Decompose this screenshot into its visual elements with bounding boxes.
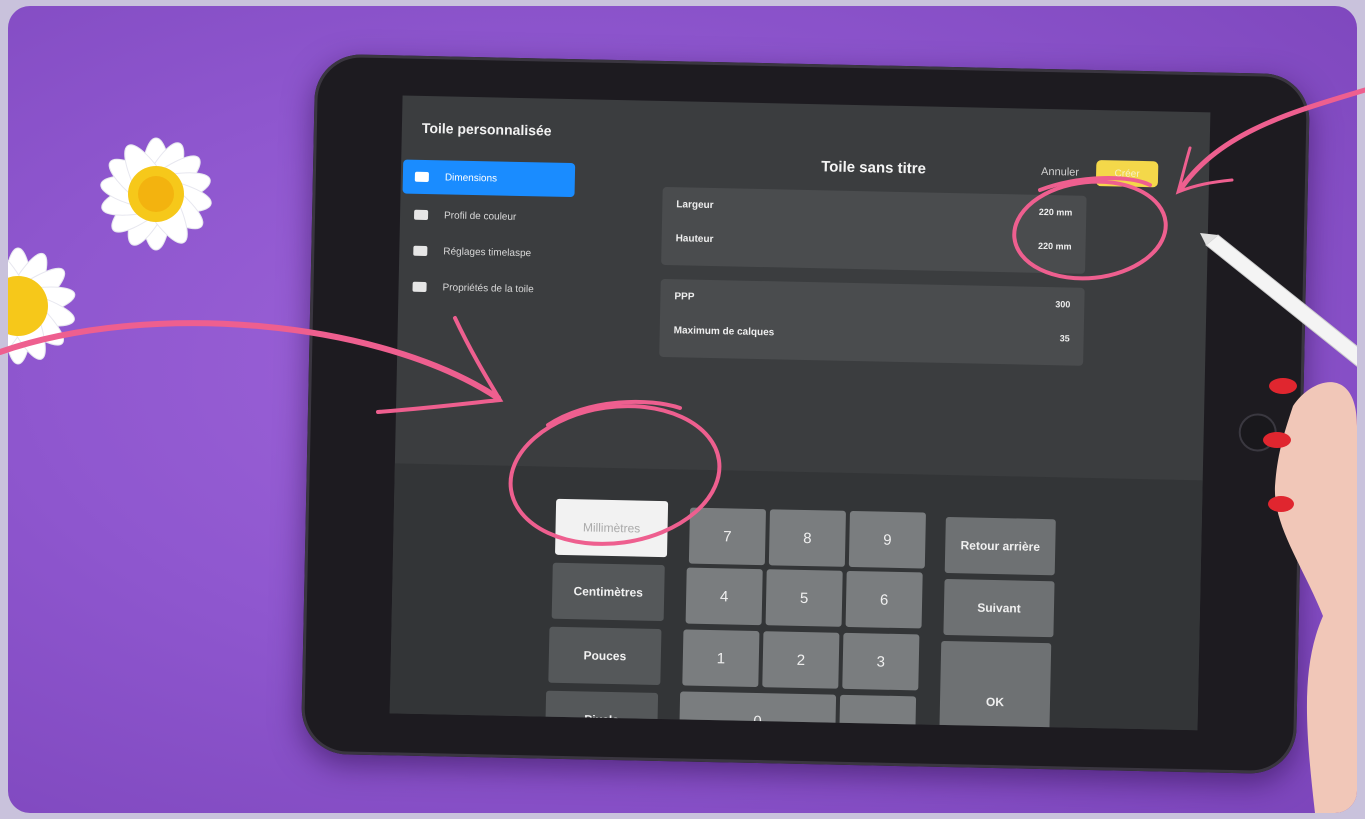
create-button[interactable]: Créer: [1095, 160, 1159, 188]
digit-2-key[interactable]: 2: [762, 631, 840, 689]
dpi-row[interactable]: PPP 300: [674, 283, 1071, 321]
digit-3-key[interactable]: 3: [842, 632, 920, 691]
sidebar-item-label: Propriétés de la toile: [442, 281, 534, 295]
unit-centimeters-button[interactable]: Centimètres: [551, 562, 665, 622]
backspace-button[interactable]: Retour arrière: [944, 516, 1056, 576]
digit-8-key[interactable]: 8: [768, 509, 846, 567]
sidebar-item-label: Réglages timelaspe: [443, 245, 532, 259]
digit-7-key[interactable]: 7: [688, 507, 766, 566]
sidebar-title: Toile personnalisée: [421, 119, 552, 139]
digit-6-key[interactable]: 6: [845, 570, 923, 629]
sidebar-item-label: Profil de couleur: [443, 209, 517, 223]
ok-button[interactable]: OK: [938, 640, 1052, 731]
keypad: Millimètres Centimètres Pouces Pixels 7 …: [389, 463, 1203, 731]
dimensions-panel: Largeur 220 mm Hauteur 220 mm: [661, 186, 1087, 274]
canvas-title: Toile sans titre: [821, 158, 927, 178]
max-layers-value: 35: [1059, 333, 1070, 344]
ipad-device: Toile personnalisée Dimensions Profil de…: [300, 53, 1311, 775]
hand: [1263, 378, 1357, 813]
height-value: 220 mm: [1037, 240, 1072, 252]
digit-0-key[interactable]: 0: [678, 691, 837, 731]
height-row[interactable]: Hauteur 220 mm: [675, 225, 1072, 263]
width-value: 220 mm: [1038, 206, 1073, 218]
dpi-label: PPP: [674, 291, 695, 303]
sidebar-item-label: Dimensions: [444, 171, 498, 184]
dpi-value: 300: [1055, 299, 1071, 310]
procreate-custom-canvas-screen: Toile personnalisée Dimensions Profil de…: [389, 95, 1211, 731]
unit-pixels-button[interactable]: Pixels: [544, 690, 659, 731]
sidebar-item-canvas-properties[interactable]: Propriétés de la toile: [400, 269, 573, 307]
digit-5-key[interactable]: 5: [765, 569, 843, 627]
comma-key[interactable]: ,: [838, 694, 917, 731]
unit-millimeters-button[interactable]: Millimètres: [554, 498, 669, 558]
digit-1-key[interactable]: 1: [682, 629, 760, 688]
camera-icon: [413, 245, 428, 257]
digit-4-key[interactable]: 4: [685, 567, 763, 626]
max-layers-label: Maximum de calques: [673, 325, 775, 339]
canvas-properties-icon: [412, 281, 427, 293]
width-label: Largeur: [676, 199, 714, 212]
sidebar-item-color-profile[interactable]: Profil de couleur: [402, 198, 575, 236]
cancel-button[interactable]: Annuler: [1041, 166, 1079, 179]
resolution-panel: PPP 300 Maximum de calques 35: [659, 278, 1085, 366]
color-profile-icon: [413, 209, 429, 221]
daisy-flower-left: [8, 247, 76, 365]
sidebar-item-dimensions[interactable]: Dimensions: [402, 159, 576, 198]
dimensions-icon: [414, 171, 429, 183]
height-label: Hauteur: [675, 233, 714, 246]
sidebar-item-timelapse[interactable]: Réglages timelaspe: [401, 234, 574, 272]
digit-9-key[interactable]: 9: [848, 510, 926, 569]
unit-inches-button[interactable]: Pouces: [548, 626, 662, 686]
width-row[interactable]: Largeur 220 mm: [676, 191, 1073, 229]
max-layers-row[interactable]: Maximum de calques 35: [673, 317, 1070, 355]
photo-background: Toile personnalisée Dimensions Profil de…: [8, 6, 1357, 813]
next-button[interactable]: Suivant: [943, 578, 1055, 638]
